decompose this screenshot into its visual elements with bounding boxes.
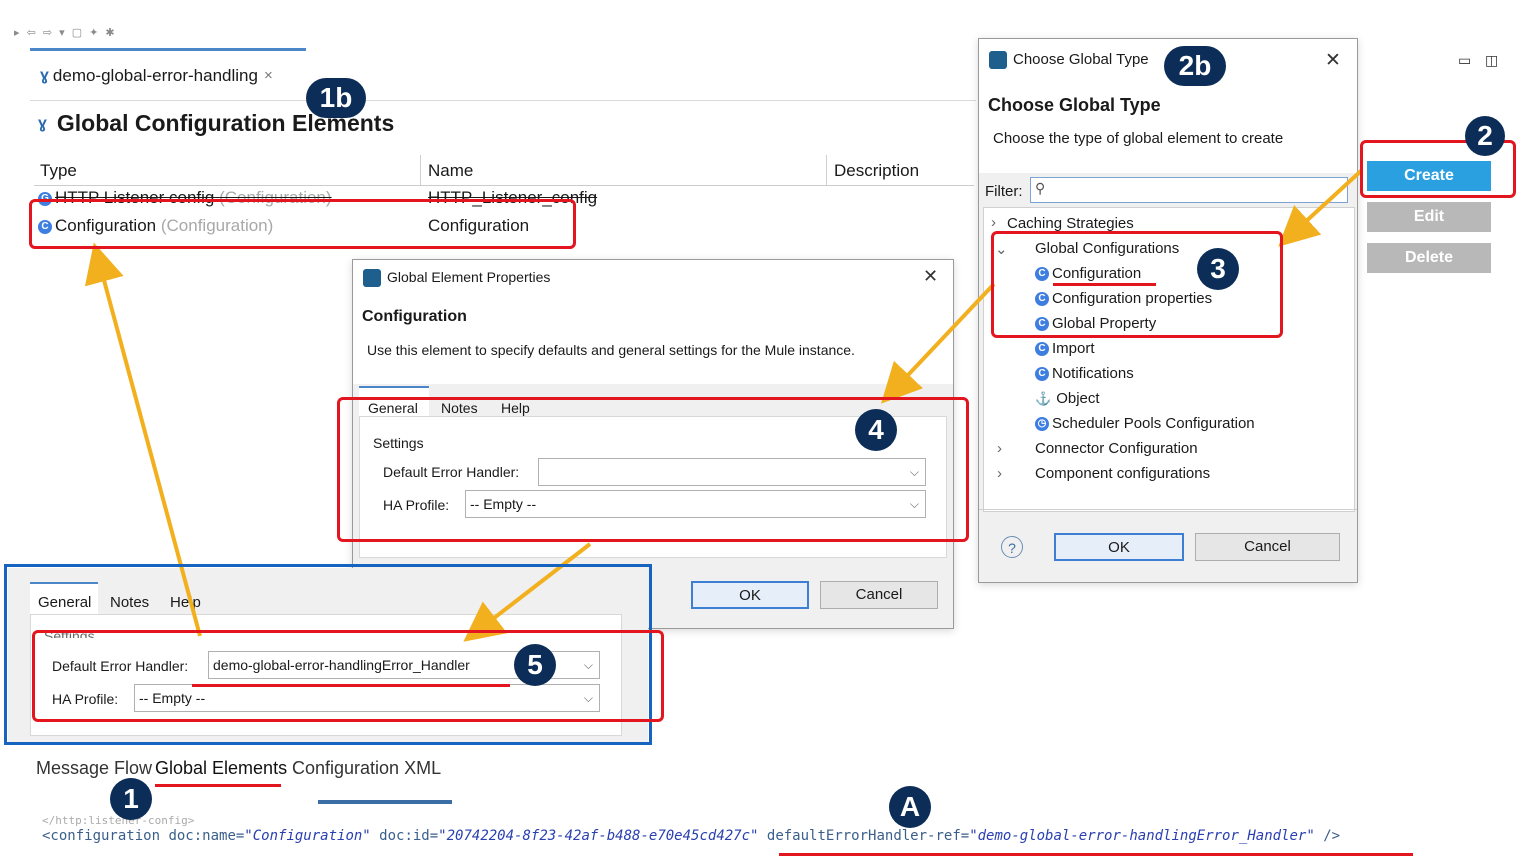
callout-1: 1 [110,778,152,820]
arrow-to-dialog [881,282,996,404]
underline-configuration [1053,283,1156,286]
callout-a: A [889,786,931,828]
highlight-detail-settings [32,630,664,722]
callout-4: 4 [855,409,897,451]
callout-1b: 1b [306,78,366,118]
callout-2: 2 [1465,116,1505,156]
callout-2b: 2b [1164,46,1226,86]
callout-5: 5 [514,644,556,686]
underline-global-elements [155,784,281,787]
highlight-configuration-row [29,199,576,249]
arrow-to-create [1278,168,1364,247]
callout-3: 3 [1197,248,1239,290]
underline-xml-attribute [779,853,1413,856]
underline-error-handler [192,684,510,687]
